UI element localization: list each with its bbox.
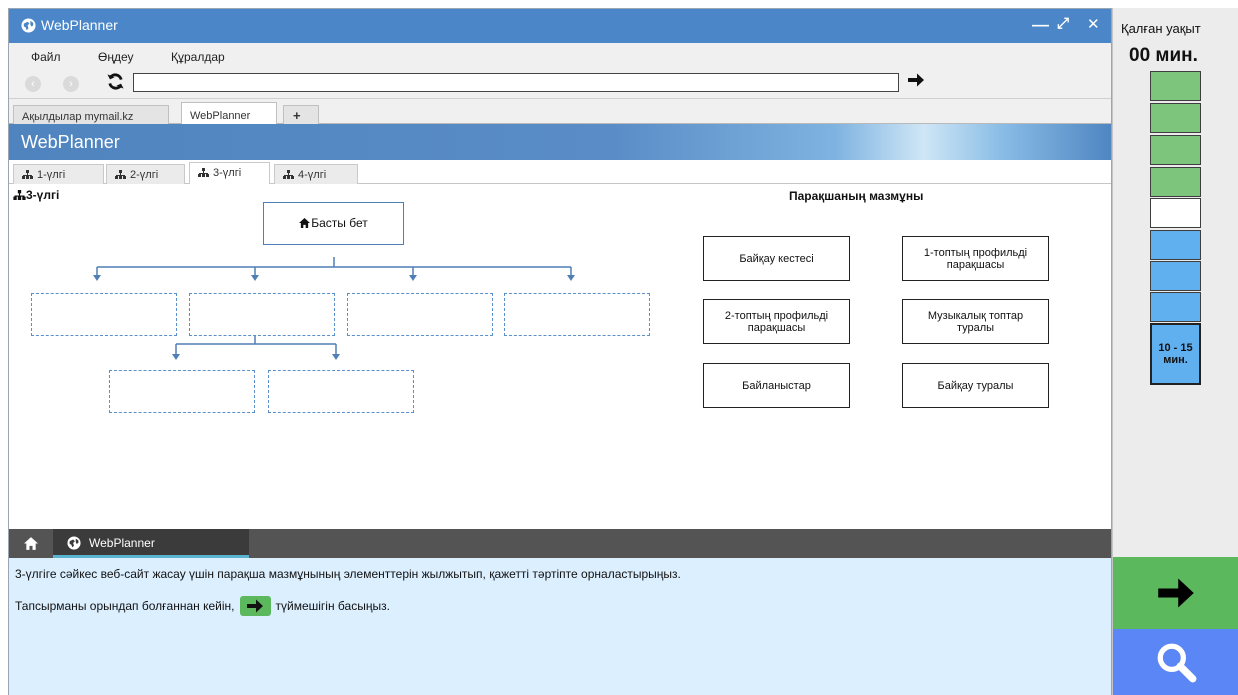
sitemap-icon: [22, 170, 33, 179]
url-input[interactable]: [133, 73, 899, 92]
content-item-music-groups[interactable]: Музыкалық топтар туралы: [902, 299, 1049, 344]
progress-block-6: [1150, 230, 1201, 260]
drop-slot-level2-1[interactable]: [31, 293, 177, 336]
progress-block-8: [1150, 292, 1201, 322]
instructions-panel: 3-үлгіге сәйкес веб-сайт жасау үшін пара…: [9, 558, 1111, 695]
menu-tools[interactable]: Құралдар: [171, 50, 225, 64]
content-item-contacts[interactable]: Байланыстар: [703, 363, 850, 408]
tab-model-4-label: 4-үлгі: [298, 169, 327, 181]
minimize-button[interactable]: —: [1032, 15, 1049, 35]
progress-block-2: [1150, 103, 1201, 133]
tab-model-1[interactable]: 1-үлгі: [13, 164, 104, 184]
search-button[interactable]: [1113, 629, 1238, 695]
menu-edit[interactable]: Өңдеу: [98, 50, 134, 64]
tab-model-3[interactable]: 3-үлгі: [189, 162, 270, 184]
browser-tab-strip: Ақылдылар mymail.kz WebPlanner +: [9, 99, 1111, 125]
time-remaining-label: Қалған уақыт: [1121, 21, 1201, 36]
content-item-group2-profile[interactable]: 2-топтың профильді парақшасы: [703, 299, 850, 344]
instruction-hint-after: түймешігін басыңыз.: [275, 599, 390, 613]
dock-home-button[interactable]: [9, 529, 53, 558]
new-tab-button[interactable]: +: [283, 105, 319, 125]
drop-slot-level3-2[interactable]: [268, 370, 414, 413]
menu-bar: Файл Өңдеу Құралдар: [9, 43, 1111, 68]
browser-toolbar: ‹ ›: [9, 68, 1111, 99]
bottom-dock: WebPlanner: [9, 529, 1111, 558]
forward-button[interactable]: ›: [63, 76, 79, 92]
app-banner-title: WebPlanner: [21, 132, 120, 152]
window-title: WebPlanner: [41, 17, 118, 33]
current-time-block: 10 - 15 мин.: [1150, 323, 1201, 385]
home-page-label: Басты бет: [311, 216, 368, 230]
dock-tab-label: WebPlanner: [89, 536, 155, 550]
reload-icon[interactable]: [106, 72, 125, 91]
home-icon: [24, 537, 38, 550]
dock-tab-webplanner[interactable]: WebPlanner: [53, 529, 249, 558]
maximize-button[interactable]: ⤢: [1057, 15, 1069, 32]
inline-next-arrow-icon: [239, 596, 271, 616]
tab-model-3-label: 3-үлгі: [213, 167, 242, 179]
sitemap-icon: [198, 168, 209, 177]
tab-model-1-label: 1-үлгі: [37, 169, 66, 181]
timer-panel: Қалған уақыт 00 мин. 10 - 15 мин.: [1112, 8, 1238, 695]
drop-slot-level2-2[interactable]: [189, 293, 335, 336]
drop-slot-level3-1[interactable]: [109, 370, 255, 413]
content-item-schedule[interactable]: Байқау кестесі: [703, 236, 850, 281]
search-icon: [1157, 643, 1197, 683]
drop-slot-level2-4[interactable]: [504, 293, 650, 336]
arrow-right-icon: [1158, 578, 1194, 608]
content-item-group1-profile[interactable]: 1-топтың профильді парақшасы: [902, 236, 1049, 281]
browser-tab-webplanner[interactable]: WebPlanner: [181, 102, 277, 125]
app-banner: WebPlanner: [9, 124, 1111, 160]
progress-block-3: [1150, 135, 1201, 165]
content-item-about-contest[interactable]: Байқау туралы: [902, 363, 1049, 408]
back-button[interactable]: ‹: [25, 76, 41, 92]
page-content-title: Парақшаның мазмұны: [789, 189, 924, 203]
instruction-text: 3-үлгіге сәйкес веб-сайт жасау үшін пара…: [15, 567, 681, 581]
sitemap-icon: [283, 170, 294, 179]
model-tabs: 1-үлгі 2-үлгі 3-үлгі 4-үлгі: [9, 160, 1111, 184]
go-arrow-icon[interactable]: [907, 71, 925, 89]
browser-tab-mymail[interactable]: Ақылдылар mymail.kz: [13, 105, 169, 125]
globe-icon: [21, 18, 36, 33]
progress-block-1: [1150, 71, 1201, 101]
tab-model-4[interactable]: 4-үлгі: [274, 164, 358, 184]
menu-file[interactable]: Файл: [31, 50, 61, 64]
progress-block-4: [1150, 167, 1201, 197]
drop-slot-level2-3[interactable]: [347, 293, 493, 336]
workspace: 3-үлгі Басты бет Парақшаның мазмұны Байқ…: [9, 184, 1111, 529]
time-remaining-value: 00 мин.: [1129, 45, 1198, 66]
instruction-hint: Тапсырманы орындап болғаннан кейін, түйм…: [15, 596, 390, 616]
progress-block-7: [1150, 261, 1201, 291]
window-titlebar: WebPlanner — ⤢ ✕: [9, 9, 1111, 43]
close-button[interactable]: ✕: [1087, 15, 1100, 33]
next-button[interactable]: [1113, 557, 1238, 629]
progress-block-5: [1150, 198, 1201, 228]
tab-model-2-label: 2-үлгі: [130, 169, 159, 181]
instruction-hint-before: Тапсырманы орындап болғаннан кейін,: [15, 599, 235, 613]
home-icon: [299, 218, 311, 228]
sitemap-icon: [115, 170, 126, 179]
globe-icon: [67, 536, 81, 550]
webplanner-window: WebPlanner — ⤢ ✕ Файл Өңдеу Құралдар ‹ ›: [8, 8, 1112, 695]
home-page-node: Басты бет: [263, 202, 404, 245]
tab-model-2[interactable]: 2-үлгі: [106, 164, 185, 184]
